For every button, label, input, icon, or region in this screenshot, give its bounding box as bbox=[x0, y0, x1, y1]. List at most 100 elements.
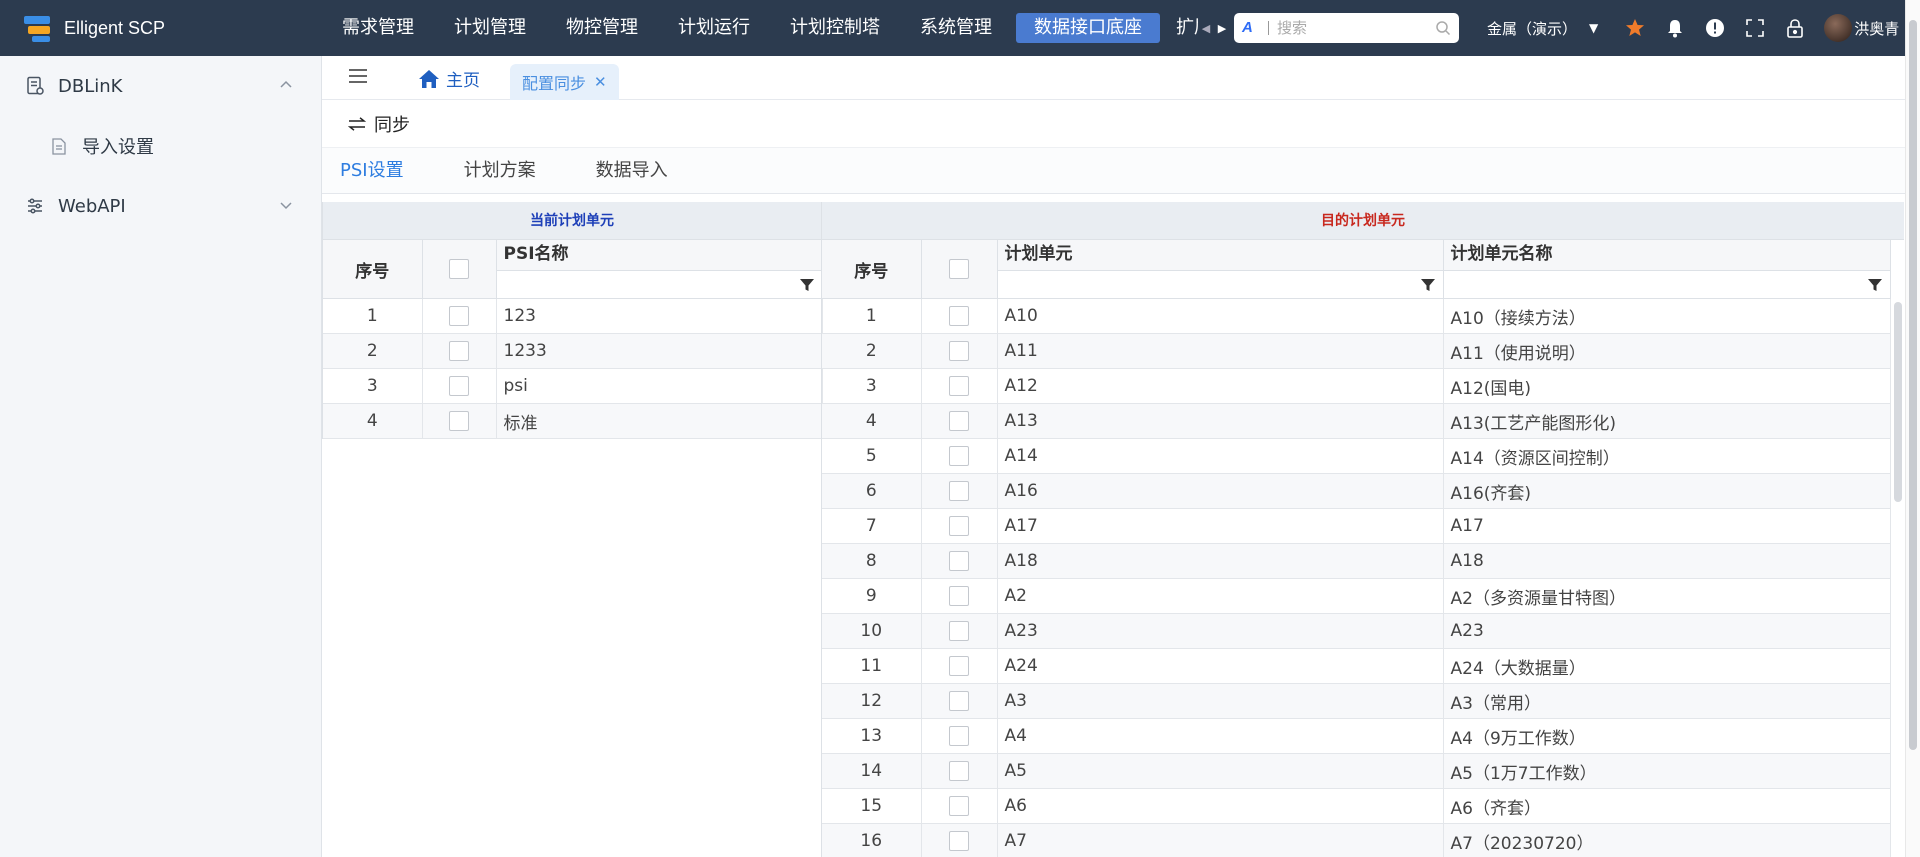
column-filter[interactable] bbox=[997, 270, 1443, 298]
search-input[interactable] bbox=[1277, 19, 1435, 37]
nav-item-data-interface[interactable]: 数据接口底座 bbox=[1016, 13, 1160, 43]
plan-unit-cell[interactable]: A16 bbox=[997, 473, 1444, 509]
row-checkbox[interactable] bbox=[949, 726, 969, 746]
table-row[interactable]: 16 A7 A7（20230720） bbox=[822, 823, 1891, 857]
psi-name-cell[interactable]: 标准 bbox=[496, 403, 823, 439]
plan-unit-name-cell[interactable]: A18 bbox=[1443, 543, 1891, 579]
table-row[interactable]: 6 A16 A16(齐套) bbox=[822, 473, 1891, 509]
nav-item-material[interactable]: 物控管理 bbox=[546, 13, 658, 43]
row-checkbox[interactable] bbox=[949, 551, 969, 571]
column-header-label[interactable]: PSI名称 bbox=[497, 240, 822, 270]
plan-unit-cell[interactable]: A18 bbox=[997, 543, 1444, 579]
plan-unit-cell[interactable]: A14 bbox=[997, 438, 1444, 474]
table-row[interactable]: 2 1233 bbox=[323, 333, 823, 369]
column-filter[interactable] bbox=[496, 270, 822, 298]
fullscreen-icon[interactable] bbox=[1744, 17, 1766, 39]
search-icon[interactable] bbox=[1435, 20, 1451, 36]
plan-unit-name-cell[interactable]: A14（资源区间控制） bbox=[1443, 438, 1891, 474]
nav-item-control-tower[interactable]: 计划控制塔 bbox=[770, 13, 900, 43]
table-row[interactable]: 2 A11 A11（使用说明） bbox=[822, 333, 1891, 369]
sidebar-item-webapi[interactable]: WebAPI bbox=[0, 176, 321, 236]
plan-unit-cell[interactable]: A5 bbox=[997, 753, 1444, 789]
row-checkbox[interactable] bbox=[949, 761, 969, 781]
plan-unit-cell[interactable]: A17 bbox=[997, 508, 1444, 544]
row-checkbox[interactable] bbox=[949, 656, 969, 676]
tab-home[interactable]: 主页 bbox=[418, 66, 480, 91]
plan-unit-cell[interactable]: A12 bbox=[997, 368, 1444, 404]
select-all-checkbox[interactable] bbox=[949, 259, 969, 279]
filter-icon[interactable] bbox=[1867, 278, 1882, 292]
plan-unit-cell[interactable]: A3 bbox=[997, 683, 1444, 719]
row-checkbox[interactable] bbox=[949, 586, 969, 606]
row-checkbox[interactable] bbox=[949, 516, 969, 536]
plan-unit-cell[interactable]: A24 bbox=[997, 648, 1444, 684]
plan-unit-cell[interactable]: A11 bbox=[997, 333, 1444, 369]
tab-plan-scheme[interactable]: 计划方案 bbox=[464, 148, 536, 194]
column-header-index[interactable]: 序号 bbox=[323, 240, 423, 299]
nav-scroll-right-icon[interactable]: ▶ bbox=[1217, 21, 1227, 35]
table-row[interactable]: 1 A10 A10（接续方法） bbox=[822, 298, 1891, 334]
nav-item-plan-run[interactable]: 计划运行 bbox=[658, 13, 770, 43]
row-checkbox[interactable] bbox=[949, 306, 969, 326]
plan-unit-cell[interactable]: A10 bbox=[997, 298, 1444, 334]
menu-toggle-icon[interactable] bbox=[348, 68, 368, 84]
column-header-label[interactable]: 计划单元名称 bbox=[1444, 240, 1890, 270]
plan-unit-name-cell[interactable]: A23 bbox=[1443, 613, 1891, 649]
user-menu[interactable]: 洪奥青 bbox=[1824, 14, 1899, 42]
table-row[interactable]: 5 A14 A14（资源区间控制） bbox=[822, 438, 1891, 474]
nav-item-extension[interactable]: 扩展 bbox=[1164, 13, 1198, 43]
row-checkbox[interactable] bbox=[449, 411, 469, 431]
psi-name-cell[interactable]: 123 bbox=[496, 298, 823, 334]
plan-unit-name-cell[interactable]: A17 bbox=[1443, 508, 1891, 544]
filter-icon[interactable] bbox=[1420, 278, 1435, 292]
plan-unit-name-cell[interactable]: A7（20230720） bbox=[1443, 823, 1891, 857]
page-scrollbar[interactable] bbox=[1905, 0, 1920, 857]
row-checkbox[interactable] bbox=[449, 306, 469, 326]
table-row[interactable]: 9 A2 A2（多资源量甘特图） bbox=[822, 578, 1891, 614]
close-icon[interactable]: ✕ bbox=[594, 73, 607, 91]
row-checkbox[interactable] bbox=[949, 691, 969, 711]
nav-scroll-left-icon[interactable]: ◀ bbox=[1201, 21, 1211, 35]
table-row[interactable]: 4 A13 A13(工艺产能图形化) bbox=[822, 403, 1891, 439]
plan-unit-cell[interactable]: A2 bbox=[997, 578, 1444, 614]
row-checkbox[interactable] bbox=[949, 621, 969, 641]
table-row[interactable]: 15 A6 A6（齐套） bbox=[822, 788, 1891, 824]
sidebar-item-import-settings[interactable]: 导入设置 bbox=[0, 116, 321, 176]
plan-unit-cell[interactable]: A23 bbox=[997, 613, 1444, 649]
psi-name-cell[interactable]: psi bbox=[496, 368, 823, 404]
table-row[interactable]: 14 A5 A5（1万7工作数） bbox=[822, 753, 1891, 789]
row-checkbox[interactable] bbox=[949, 411, 969, 431]
nav-item-system[interactable]: 系统管理 bbox=[900, 13, 1012, 43]
table-row[interactable]: 3 A12 A12(国电) bbox=[822, 368, 1891, 404]
plan-unit-cell[interactable]: A13 bbox=[997, 403, 1444, 439]
tab-psi-settings[interactable]: PSI设置 bbox=[340, 148, 404, 194]
nav-item-demand[interactable]: 需求管理 bbox=[322, 13, 434, 43]
page-scrollbar-thumb[interactable] bbox=[1909, 20, 1917, 750]
table-row[interactable]: 11 A24 A24（大数据量） bbox=[822, 648, 1891, 684]
app-logo[interactable]: Elligent SCP bbox=[0, 0, 322, 56]
plan-unit-name-cell[interactable]: A10（接续方法） bbox=[1443, 298, 1891, 334]
row-checkbox[interactable] bbox=[449, 376, 469, 396]
select-all-checkbox[interactable] bbox=[449, 259, 469, 279]
column-filter[interactable] bbox=[1443, 270, 1890, 298]
table-row[interactable]: 12 A3 A3（常用） bbox=[822, 683, 1891, 719]
table-row[interactable]: 13 A4 A4（9万工作数） bbox=[822, 718, 1891, 754]
grid-scrollbar[interactable] bbox=[1894, 302, 1902, 502]
table-row[interactable]: 7 A17 A17 bbox=[822, 508, 1891, 544]
plan-unit-name-cell[interactable]: A12(国电) bbox=[1443, 368, 1891, 404]
row-checkbox[interactable] bbox=[949, 481, 969, 501]
ai-icon[interactable]: A bbox=[1242, 19, 1260, 37]
row-checkbox[interactable] bbox=[949, 376, 969, 396]
alert-icon[interactable] bbox=[1704, 17, 1726, 39]
table-row[interactable]: 1 123 bbox=[323, 298, 823, 334]
bell-icon[interactable] bbox=[1664, 17, 1686, 39]
row-checkbox[interactable] bbox=[949, 341, 969, 361]
sidebar-item-dblink[interactable]: DBLinK bbox=[0, 56, 321, 116]
column-header-label[interactable]: 计划单元 bbox=[998, 240, 1443, 270]
table-row[interactable]: 4 标准 bbox=[323, 403, 823, 439]
tab-config-sync[interactable]: 配置同步 ✕ bbox=[510, 64, 619, 100]
sync-button[interactable]: 同步 bbox=[374, 111, 410, 137]
row-checkbox[interactable] bbox=[449, 341, 469, 361]
plan-unit-name-cell[interactable]: A5（1万7工作数） bbox=[1443, 753, 1891, 789]
plan-unit-name-cell[interactable]: A11（使用说明） bbox=[1443, 333, 1891, 369]
